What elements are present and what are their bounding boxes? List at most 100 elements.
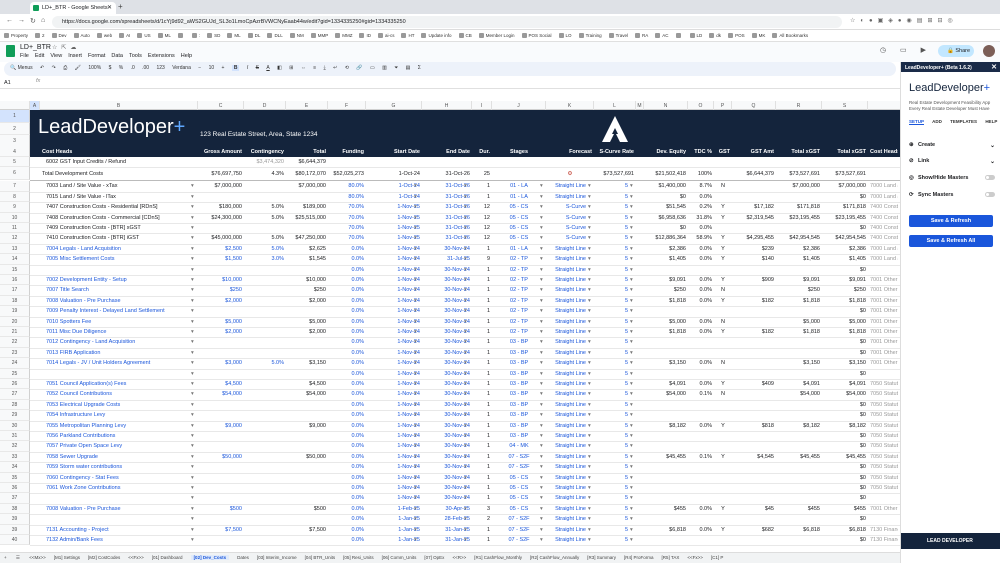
row-header[interactable]: 26 [0,379,30,390]
sheet-tab[interactable]: [C1] P [711,555,724,560]
bookmark-item[interactable]: AC [655,33,669,38]
dropdown-arrow-icon[interactable]: ▾ [464,452,469,462]
dropdown-arrow-icon[interactable]: ▾ [540,452,545,462]
bookmark-item[interactable]: US [137,33,151,38]
column-header-m[interactable]: M [636,101,644,110]
stage-cell[interactable]: 01 - LA [494,181,544,191]
save-refresh-all-button[interactable]: Save & Refresh All [909,235,993,247]
cost-head-dropdown-icon[interactable]: ▾ [191,348,196,358]
dropdown-arrow-icon[interactable]: ▾ [414,244,419,254]
menu-file[interactable]: File [20,53,29,59]
bookmark-item[interactable]: MMP [310,33,328,38]
dropdown-arrow-icon[interactable]: ▾ [630,431,635,441]
row-header[interactable]: 16 [0,275,30,286]
dropdown-arrow-icon[interactable]: ▾ [540,462,545,472]
dropdown-arrow-icon[interactable]: ▾ [464,441,469,451]
bookmark-item[interactable]: MMZ [335,33,352,38]
bookmark-item[interactable]: SD [207,33,220,38]
dropdown-arrow-icon[interactable]: ▾ [464,223,469,233]
cost-head-dropdown-icon[interactable]: ▾ [191,535,196,545]
menu-insert[interactable]: Insert [68,53,82,59]
dropdown-arrow-icon[interactable]: ▾ [414,493,419,503]
filter-views-icon[interactable]: ▤ [406,65,411,71]
stage-cell[interactable]: 05 - CS [494,473,544,483]
sheet-tab[interactable]: <<Fx>> [128,555,144,560]
cost-head-dropdown-icon[interactable]: ▾ [191,337,196,347]
forecast-cell[interactable]: Straight Line [548,369,592,379]
dropdown-arrow-icon[interactable]: ▾ [630,525,635,535]
scurve-rate-cell[interactable]: 5 [596,223,634,233]
dropdown-arrow-icon[interactable]: ▾ [464,327,469,337]
scurve-rate-cell[interactable]: 5 [596,421,634,431]
bookmark-item[interactable]: HT [401,33,414,38]
dropdown-arrow-icon[interactable]: ▾ [588,483,593,493]
dropdown-arrow-icon[interactable]: ▾ [630,410,635,420]
bookmark-item[interactable]: LD [689,33,702,38]
scurve-rate-cell[interactable]: 5 [596,296,634,306]
stage-cell[interactable]: 02 - TP [494,296,544,306]
font-size-input[interactable]: 10 [209,65,215,71]
column-header-c[interactable]: C [198,101,244,110]
dropdown-arrow-icon[interactable]: ▾ [540,441,545,451]
dropdown-arrow-icon[interactable]: ▾ [588,296,593,306]
dropdown-arrow-icon[interactable]: ▾ [630,514,635,524]
sheet-tab[interactable]: [04] BTR_Units [305,555,336,560]
scurve-rate-cell[interactable]: 5 [596,275,634,285]
dropdown-arrow-icon[interactable]: ▾ [464,462,469,472]
stage-cell[interactable]: 03 - BP [494,410,544,420]
reload-icon[interactable]: ↻ [30,17,36,25]
scurve-rate-cell[interactable]: 5 [596,483,634,493]
forecast-cell[interactable]: S-Curve [548,213,592,223]
dropdown-arrow-icon[interactable]: ▾ [414,233,419,243]
cost-head-dropdown-icon[interactable]: ▾ [191,400,196,410]
sheet-tab-active[interactable]: [02] Dev_Costs [190,555,230,560]
bookmark-item[interactable]: All Bookmarks [772,33,808,38]
bookmark-item[interactable]: ID [359,33,371,38]
row-header[interactable]: 3 [0,135,30,148]
row-header[interactable]: 12 [0,233,30,244]
history-comment-meet-icons[interactable]: ◷ ▭ ▶ [880,46,932,54]
dropdown-arrow-icon[interactable]: ▾ [588,431,593,441]
forecast-cell[interactable]: Straight Line [548,421,592,431]
dropdown-arrow-icon[interactable]: ▾ [540,337,545,347]
stage-cell[interactable]: 02 - TP [494,265,544,275]
row-header[interactable]: 32 [0,441,30,452]
url-input[interactable]: https://docs.google.com/spreadsheets/d/1… [52,16,842,28]
dropdown-arrow-icon[interactable]: ▾ [588,327,593,337]
bookmark-item[interactable]: Dev [51,33,67,38]
cost-head-dropdown-icon[interactable]: ▾ [191,254,196,264]
row-header[interactable]: 31 [0,431,30,442]
scurve-rate-cell[interactable]: 5 [596,254,634,264]
dropdown-arrow-icon[interactable]: ▾ [414,369,419,379]
row-header[interactable]: 37 [0,493,30,504]
dropdown-arrow-icon[interactable]: ▾ [414,337,419,347]
scurve-rate-cell[interactable]: 5 [596,389,634,399]
dropdown-arrow-icon[interactable]: ▾ [464,348,469,358]
cost-head-dropdown-icon[interactable]: ▾ [191,192,196,202]
dropdown-arrow-icon[interactable]: ▾ [540,493,545,503]
font-select[interactable]: Verdana [172,65,191,71]
menu-edit[interactable]: Edit [35,53,44,59]
scurve-rate-cell[interactable]: 5 [596,348,634,358]
scurve-rate-cell[interactable]: 5 [596,285,634,295]
stage-cell[interactable]: 02 - TP [494,275,544,285]
dropdown-arrow-icon[interactable]: ▾ [414,410,419,420]
column-header-i[interactable]: I [472,101,492,110]
dropdown-arrow-icon[interactable]: ▾ [630,483,635,493]
insert-chart-icon[interactable]: ▥ [382,65,387,71]
row-header[interactable]: 22 [0,337,30,348]
dropdown-arrow-icon[interactable]: ▾ [464,514,469,524]
tab-setup[interactable]: SETUP [909,119,925,125]
column-header-k[interactable]: K [546,101,594,110]
forecast-cell[interactable]: Straight Line [548,473,592,483]
dropdown-arrow-icon[interactable]: ▾ [588,379,593,389]
sheet-tab[interactable]: [R2] CashFlow_Annually [530,555,579,560]
dropdown-arrow-icon[interactable]: ▾ [540,285,545,295]
bookmark-item[interactable]: Training [578,33,602,38]
font-size-increase-icon[interactable]: + [222,65,225,71]
dropdown-arrow-icon[interactable]: ▾ [414,421,419,431]
row-header[interactable]: 25 [0,368,30,379]
stage-cell[interactable]: 07 - S2F [494,535,544,545]
dropdown-arrow-icon[interactable]: ▾ [464,504,469,514]
dropdown-arrow-icon[interactable]: ▾ [414,379,419,389]
